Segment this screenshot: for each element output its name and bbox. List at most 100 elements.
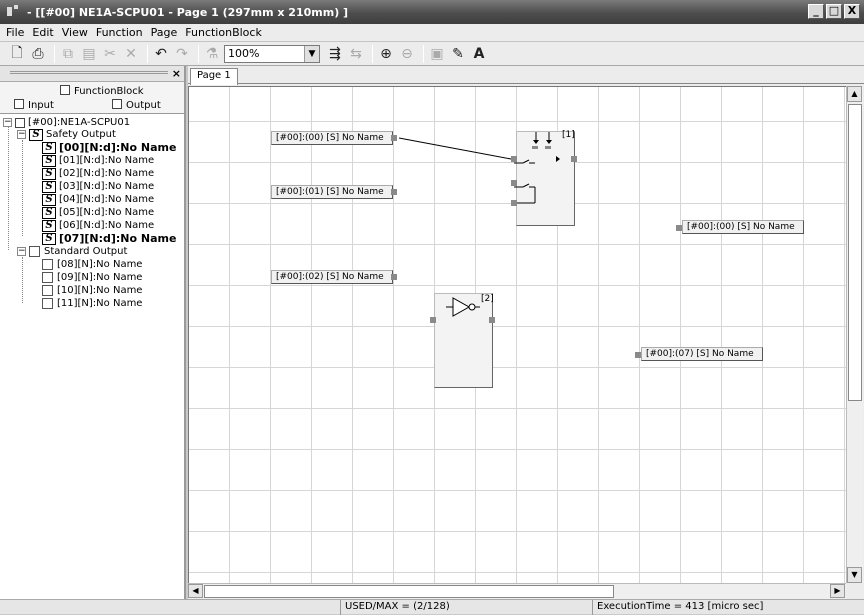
text-icon[interactable]: A <box>470 45 488 63</box>
scroll-left-icon[interactable]: ◀ <box>188 584 203 598</box>
page-remove-icon[interactable]: ⊖ <box>398 45 416 63</box>
menu-file[interactable]: File <box>4 26 30 39</box>
tree-group-label: Safety Output <box>46 129 116 140</box>
output-pin[interactable] <box>489 317 495 323</box>
redo-icon[interactable]: ↷ <box>173 45 191 63</box>
tree-item-safety-01[interactable]: S [01][N:d]:No Name <box>42 154 154 167</box>
paste-icon[interactable]: ▤ <box>80 45 98 63</box>
output-pin[interactable] <box>391 135 397 141</box>
delete-icon[interactable]: ✕ <box>122 45 140 63</box>
tree-standard-output[interactable]: − Standard Output <box>17 245 127 258</box>
print-icon[interactable]: ⎙ <box>29 45 47 63</box>
not-gate-symbol <box>446 297 480 317</box>
input-tag-01[interactable]: [#00]:(01) [S] No Name <box>271 185 393 199</box>
output-pin[interactable] <box>391 274 397 280</box>
functionblock-button[interactable]: FunctionBlock <box>60 85 144 97</box>
input-tag-02[interactable]: [#00]:(02) [S] No Name <box>271 270 393 284</box>
input-tab[interactable]: Input <box>14 99 54 111</box>
connection-wire[interactable] <box>398 137 512 160</box>
controller-icon <box>15 117 25 128</box>
toolbar-divider <box>423 44 424 63</box>
standard-icon <box>42 285 53 296</box>
panel-close-icon[interactable]: × <box>172 67 181 80</box>
editor-area: Page 1 [#00]:(00) [S] No Name [#00]:(01)… <box>188 66 864 599</box>
tree-item-safety-05[interactable]: S [05][N:d]:No Name <box>42 206 154 219</box>
panel-grip[interactable] <box>10 71 168 74</box>
distribute-icon[interactable]: ⇆ <box>347 45 365 63</box>
toolbar: 🗋 ⎙ ⧉ ▤ ✂ ✕ ↶ ↷ ⚗ 100% ▼ ⇶ ⇆ ⊕ ⊖ ▣ ✎ A <box>0 42 864 66</box>
undo-icon[interactable]: ↶ <box>152 45 170 63</box>
tab-page-1[interactable]: Page 1 <box>190 68 238 85</box>
menu-view[interactable]: View <box>60 26 94 39</box>
safety-icon: S <box>42 167 56 180</box>
scroll-up-icon[interactable]: ▲ <box>847 86 862 102</box>
toolbar-divider <box>198 44 199 63</box>
input-pin[interactable] <box>511 156 517 162</box>
tree-item-standard-08[interactable]: [08][N]:No Name <box>42 258 142 271</box>
menu-function[interactable]: Function <box>94 26 149 39</box>
copy-icon[interactable]: ⧉ <box>59 45 77 63</box>
edit-icon[interactable]: ✎ <box>449 45 467 63</box>
tree-item-label: [01][N:d]:No Name <box>59 155 155 166</box>
tree-item-safety-00[interactable]: S [00][N:d]:No Name <box>42 141 176 154</box>
print-preview-icon[interactable]: ⚗ <box>203 45 221 63</box>
output-pin[interactable] <box>391 189 397 195</box>
vertical-scroll-thumb[interactable] <box>848 104 862 401</box>
tree-item-label: [09][N]:No Name <box>57 272 143 283</box>
output-tag-07[interactable]: [#00]:(07) [S] No Name <box>641 347 763 361</box>
toolbar-divider <box>372 44 373 63</box>
menu-functionblock[interactable]: FunctionBlock <box>183 26 268 39</box>
scroll-right-icon[interactable]: ▶ <box>830 584 845 598</box>
safety-icon: S <box>42 154 56 167</box>
input-pin[interactable] <box>430 317 436 323</box>
tree-item-label: [11][N]:No Name <box>57 298 143 309</box>
cut-icon[interactable]: ✂ <box>101 45 119 63</box>
safety-icon: S <box>42 193 56 206</box>
tree-item-safety-06[interactable]: S [06][N:d]:No Name <box>42 219 154 232</box>
output-tab[interactable]: Output <box>112 99 161 111</box>
input-pin[interactable] <box>511 200 517 206</box>
horizontal-scroll-thumb[interactable] <box>204 585 614 598</box>
collapse-icon[interactable]: − <box>17 247 26 256</box>
tree-item-label: [07][N:d]:No Name <box>59 232 177 245</box>
collapse-icon[interactable]: − <box>17 130 26 139</box>
tree-item-standard-10[interactable]: [10][N]:No Name <box>42 284 142 297</box>
tree-item-safety-02[interactable]: S [02][N:d]:No Name <box>42 167 154 180</box>
block-icon[interactable]: ▣ <box>428 45 446 63</box>
input-tag-00[interactable]: [#00]:(00) [S] No Name <box>271 131 393 145</box>
safety-icon: S <box>42 206 56 219</box>
tree-item-label: [02][N:d]:No Name <box>59 168 155 179</box>
align-icon[interactable]: ⇶ <box>326 45 344 63</box>
tree-item-safety-03[interactable]: S [03][N:d]:No Name <box>42 180 154 193</box>
tree-item-label: [03][N:d]:No Name <box>59 181 155 192</box>
menu-page[interactable]: Page <box>149 26 184 39</box>
output-tag-00[interactable]: [#00]:(00) [S] No Name <box>682 220 804 234</box>
tree-safety-output[interactable]: − S Safety Output <box>17 128 116 141</box>
status-execution-time: ExecutionTime = 413 [micro sec] <box>592 600 864 615</box>
vertical-scrollbar[interactable]: ▲ ▼ <box>846 86 863 583</box>
chevron-down-icon[interactable]: ▼ <box>304 45 319 62</box>
horizontal-scrollbar[interactable]: ◀ ▶ <box>188 583 846 599</box>
safety-icon: S <box>42 232 56 245</box>
window-controls: _ □ X <box>808 4 860 19</box>
input-pin[interactable] <box>511 180 517 186</box>
maximize-button[interactable]: □ <box>826 4 842 19</box>
menu-edit[interactable]: Edit <box>30 26 59 39</box>
page-tabs: Page 1 <box>188 66 864 85</box>
and-block-symbol <box>514 132 560 204</box>
collapse-icon[interactable]: − <box>3 118 12 127</box>
scroll-down-icon[interactable]: ▼ <box>847 567 862 583</box>
page-add-icon[interactable]: ⊕ <box>377 45 395 63</box>
tree-item-safety-07[interactable]: S [07][N:d]:No Name <box>42 232 176 245</box>
logic-canvas[interactable]: [#00]:(00) [S] No Name [#00]:(01) [S] No… <box>188 86 846 583</box>
tree-item-standard-11[interactable]: [11][N]:No Name <box>42 297 142 310</box>
tree-item-safety-04[interactable]: S [04][N:d]:No Name <box>42 193 154 206</box>
new-icon[interactable]: 🗋 <box>8 45 26 63</box>
tree-item-label: [00][N:d]:No Name <box>59 141 177 154</box>
functionblock-label: FunctionBlock <box>74 86 144 97</box>
close-button[interactable]: X <box>844 4 860 19</box>
minimize-button[interactable]: _ <box>808 4 824 19</box>
zoom-dropdown[interactable]: 100% ▼ <box>224 44 320 63</box>
output-pin[interactable] <box>571 156 577 162</box>
tree-item-standard-09[interactable]: [09][N]:No Name <box>42 271 142 284</box>
